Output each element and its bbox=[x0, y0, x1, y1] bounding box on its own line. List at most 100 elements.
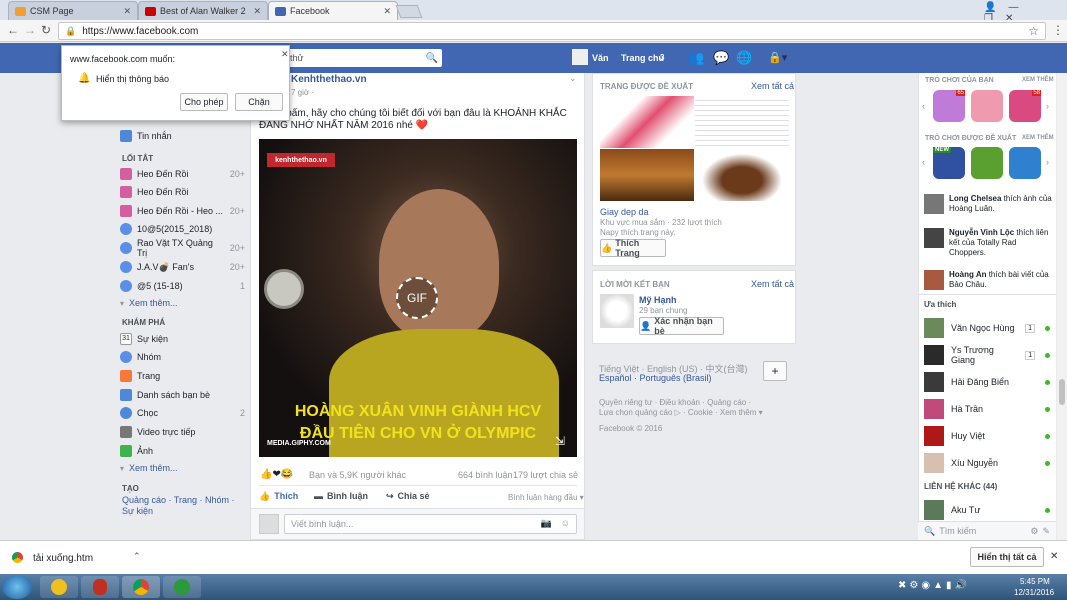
gif-badge[interactable]: GIF bbox=[396, 277, 438, 319]
tab-youtube[interactable]: Best of Alan Walker 2 ✕ bbox=[138, 1, 268, 20]
see-more-shortcuts[interactable]: ▾ Xem thêm... bbox=[120, 294, 245, 312]
reactions-text[interactable]: Bạn và 5,9K người khác bbox=[309, 470, 406, 480]
tab-csm[interactable]: CSM Page ✕ bbox=[8, 1, 138, 20]
game-icon-1[interactable]: 65 bbox=[933, 90, 965, 122]
shares-count[interactable]: 179 lượt chia sẻ bbox=[513, 470, 578, 480]
sidebar-item-pokes[interactable]: Chọc 2 bbox=[120, 404, 245, 422]
like-page-button[interactable]: 👍 Thích Trang bbox=[600, 238, 666, 258]
game-icon-3[interactable]: 58 bbox=[1009, 90, 1041, 122]
close-icon[interactable]: ✕ bbox=[383, 6, 391, 17]
chevron-right-icon[interactable]: › bbox=[1046, 157, 1049, 167]
gear-icon[interactable]: ⚙ bbox=[1030, 526, 1038, 537]
taskbar-app-1[interactable] bbox=[40, 576, 78, 598]
shortcut-item[interactable]: Rao Vặt TX Quảng Trị 20+ bbox=[120, 238, 245, 258]
sidebar-item-events[interactable]: 31 Sự kiện bbox=[120, 330, 245, 348]
menu-icon[interactable]: ⋮ bbox=[1052, 23, 1064, 37]
clock-date[interactable]: 12/31/2016 bbox=[1014, 588, 1054, 597]
chat-contact[interactable]: Aku Tư bbox=[924, 499, 1050, 521]
forward-icon[interactable]: → bbox=[24, 23, 36, 37]
allow-button[interactable]: Cho phép bbox=[180, 93, 228, 111]
expand-icon[interactable]: ⇲ bbox=[555, 434, 565, 448]
post-time[interactable]: 7 giờ · bbox=[291, 88, 314, 97]
reaction-icons[interactable]: 👍❤😂 bbox=[260, 469, 293, 480]
reload-icon[interactable]: ↻ bbox=[41, 23, 51, 37]
suggested-games-more[interactable]: XEM THÊM bbox=[1022, 135, 1054, 141]
taskbar-app-4[interactable] bbox=[163, 576, 201, 598]
close-icon[interactable]: ✕ bbox=[253, 6, 261, 17]
ticker-story[interactable]: Long Chelsea thích ảnh của Hoàng Luân. bbox=[924, 194, 1052, 214]
games-more[interactable]: XEM THÊM bbox=[1022, 77, 1054, 83]
sidebar-item-live-video[interactable]: Video trực tiếp bbox=[120, 423, 245, 441]
shortcut-item[interactable]: Heo Đến Rồi 20+ bbox=[120, 165, 245, 183]
see-more-explore[interactable]: ▾ Xem thêm... bbox=[120, 459, 245, 477]
add-language-button[interactable]: + bbox=[763, 361, 787, 381]
taskbar-app-2[interactable] bbox=[81, 576, 119, 598]
ticker-story[interactable]: Hoàng An thích bài viết của Bảo Châu. bbox=[924, 270, 1052, 290]
request-name[interactable]: Mỹ Hạnh bbox=[639, 295, 677, 305]
footer-links-2[interactable]: Lựa chọn quảng cáo ▷ · Cookie · Xem thêm… bbox=[599, 408, 763, 417]
chat-contact[interactable]: Ys Trương Giang 1 bbox=[924, 344, 1050, 366]
product-image-oxford[interactable] bbox=[695, 149, 789, 201]
tray-icons[interactable]: ✖⚙◉▲▮🔊 bbox=[898, 580, 970, 591]
clock-time[interactable]: 5:45 PM bbox=[1020, 577, 1050, 586]
star-icon[interactable]: ☆ bbox=[1028, 24, 1039, 38]
close-icon[interactable]: ✕ bbox=[123, 6, 131, 17]
sort-comments[interactable]: Bình luận hàng đầu ▾ bbox=[508, 493, 584, 502]
download-file[interactable]: tải xuống.htm bbox=[33, 553, 93, 564]
shortcut-item[interactable]: J.A.V💣 Fan's 20+ bbox=[120, 258, 245, 276]
sidebar-item-pages[interactable]: Trang bbox=[120, 367, 245, 385]
ticker-story[interactable]: Nguyễn Vinh Lộc thích liên kết của Total… bbox=[924, 228, 1052, 258]
emoji-icon[interactable]: ☺ bbox=[561, 518, 570, 528]
suggested-see-all[interactable]: Xem tất cả bbox=[751, 81, 794, 91]
post-page-name[interactable]: Kenhthethao.vn bbox=[291, 74, 367, 85]
language-links-2[interactable]: Español · Português (Brasil) bbox=[599, 373, 712, 383]
product-image-heels[interactable] bbox=[600, 96, 694, 148]
share-button[interactable]: ↪ Chia sẻ bbox=[386, 491, 430, 502]
shortcut-item[interactable]: @5 (15-18) 1 bbox=[120, 277, 245, 295]
comments-count[interactable]: 664 bình luận bbox=[458, 470, 513, 480]
chevron-up-icon[interactable]: ⌃ bbox=[133, 551, 141, 562]
new-tab-button[interactable] bbox=[395, 5, 423, 18]
chevron-right-icon[interactable]: › bbox=[1046, 101, 1049, 111]
url-field[interactable]: 🔒 https://www.facebook.com ☆ bbox=[58, 22, 1046, 40]
shortcut-item[interactable]: Heo Đến Rồi bbox=[120, 183, 245, 201]
back-icon[interactable]: ← bbox=[7, 23, 19, 37]
user-name[interactable]: Văn bbox=[592, 53, 609, 63]
sidebar-item-messages[interactable]: Tin nhắn bbox=[120, 127, 245, 145]
chat-contact[interactable]: Xíu Nguyễn bbox=[924, 452, 1050, 474]
block-button[interactable]: Chặn bbox=[235, 93, 283, 111]
lock-menu-icon[interactable]: 🔒▾ bbox=[768, 51, 787, 64]
avatar[interactable] bbox=[572, 49, 588, 65]
footer-links-1[interactable]: Quyền riêng tư · Điều khoản · Quảng cáo … bbox=[599, 398, 751, 407]
chevron-left-icon[interactable]: ‹ bbox=[922, 157, 925, 167]
product-image-table[interactable] bbox=[695, 96, 789, 148]
confirm-friend-button[interactable]: 👤 Xác nhận bạn bè bbox=[639, 316, 724, 336]
shortcut-item[interactable]: Heo Đến Rồi - Heo ... 20+ bbox=[120, 202, 245, 220]
search-icon[interactable]: 🔍 bbox=[426, 53, 438, 64]
sidebar-item-groups[interactable]: Nhóm bbox=[120, 348, 245, 366]
create-links[interactable]: Quảng cáo · Trang · Nhóm · Sự kiện bbox=[122, 495, 247, 517]
search-input[interactable]: thử 🔍 bbox=[286, 49, 442, 67]
show-all-downloads[interactable]: Hiển thị tất cả bbox=[970, 547, 1044, 567]
chevron-left-icon[interactable]: ‹ bbox=[922, 101, 925, 111]
chat-search[interactable]: 🔍 Tìm kiếm ⚙ ✎ bbox=[918, 521, 1056, 540]
chat-contact[interactable]: Văn Ngọc Hùng 1 bbox=[924, 317, 1050, 339]
friends-icon[interactable]: 👥 bbox=[688, 50, 704, 66]
comment-button[interactable]: ▬ Bình luận bbox=[314, 491, 368, 501]
close-icon[interactable]: ✕ bbox=[1050, 551, 1058, 562]
taskbar-chrome[interactable] bbox=[122, 576, 160, 598]
avatar[interactable] bbox=[600, 294, 634, 328]
sidebar-item-friend-lists[interactable]: Danh sách bạn bè bbox=[120, 386, 245, 404]
camera-icon[interactable]: 📷 bbox=[541, 518, 552, 529]
game-icon-4[interactable]: NEW bbox=[933, 147, 965, 179]
product-image-shoes[interactable] bbox=[600, 149, 694, 201]
suggested-page-name[interactable]: Giay dep da bbox=[600, 207, 649, 217]
start-button[interactable] bbox=[2, 575, 32, 599]
game-icon-5[interactable] bbox=[971, 147, 1003, 179]
like-button[interactable]: 👍 Thích bbox=[259, 491, 298, 502]
scrollbar-thumb[interactable] bbox=[1059, 379, 1065, 405]
sidebar-item-photos[interactable]: Ảnh bbox=[120, 442, 245, 460]
home-link[interactable]: Trang chủ bbox=[621, 53, 664, 63]
game-icon-2[interactable] bbox=[971, 90, 1003, 122]
chevron-down-icon[interactable]: ⌄ bbox=[569, 73, 577, 84]
